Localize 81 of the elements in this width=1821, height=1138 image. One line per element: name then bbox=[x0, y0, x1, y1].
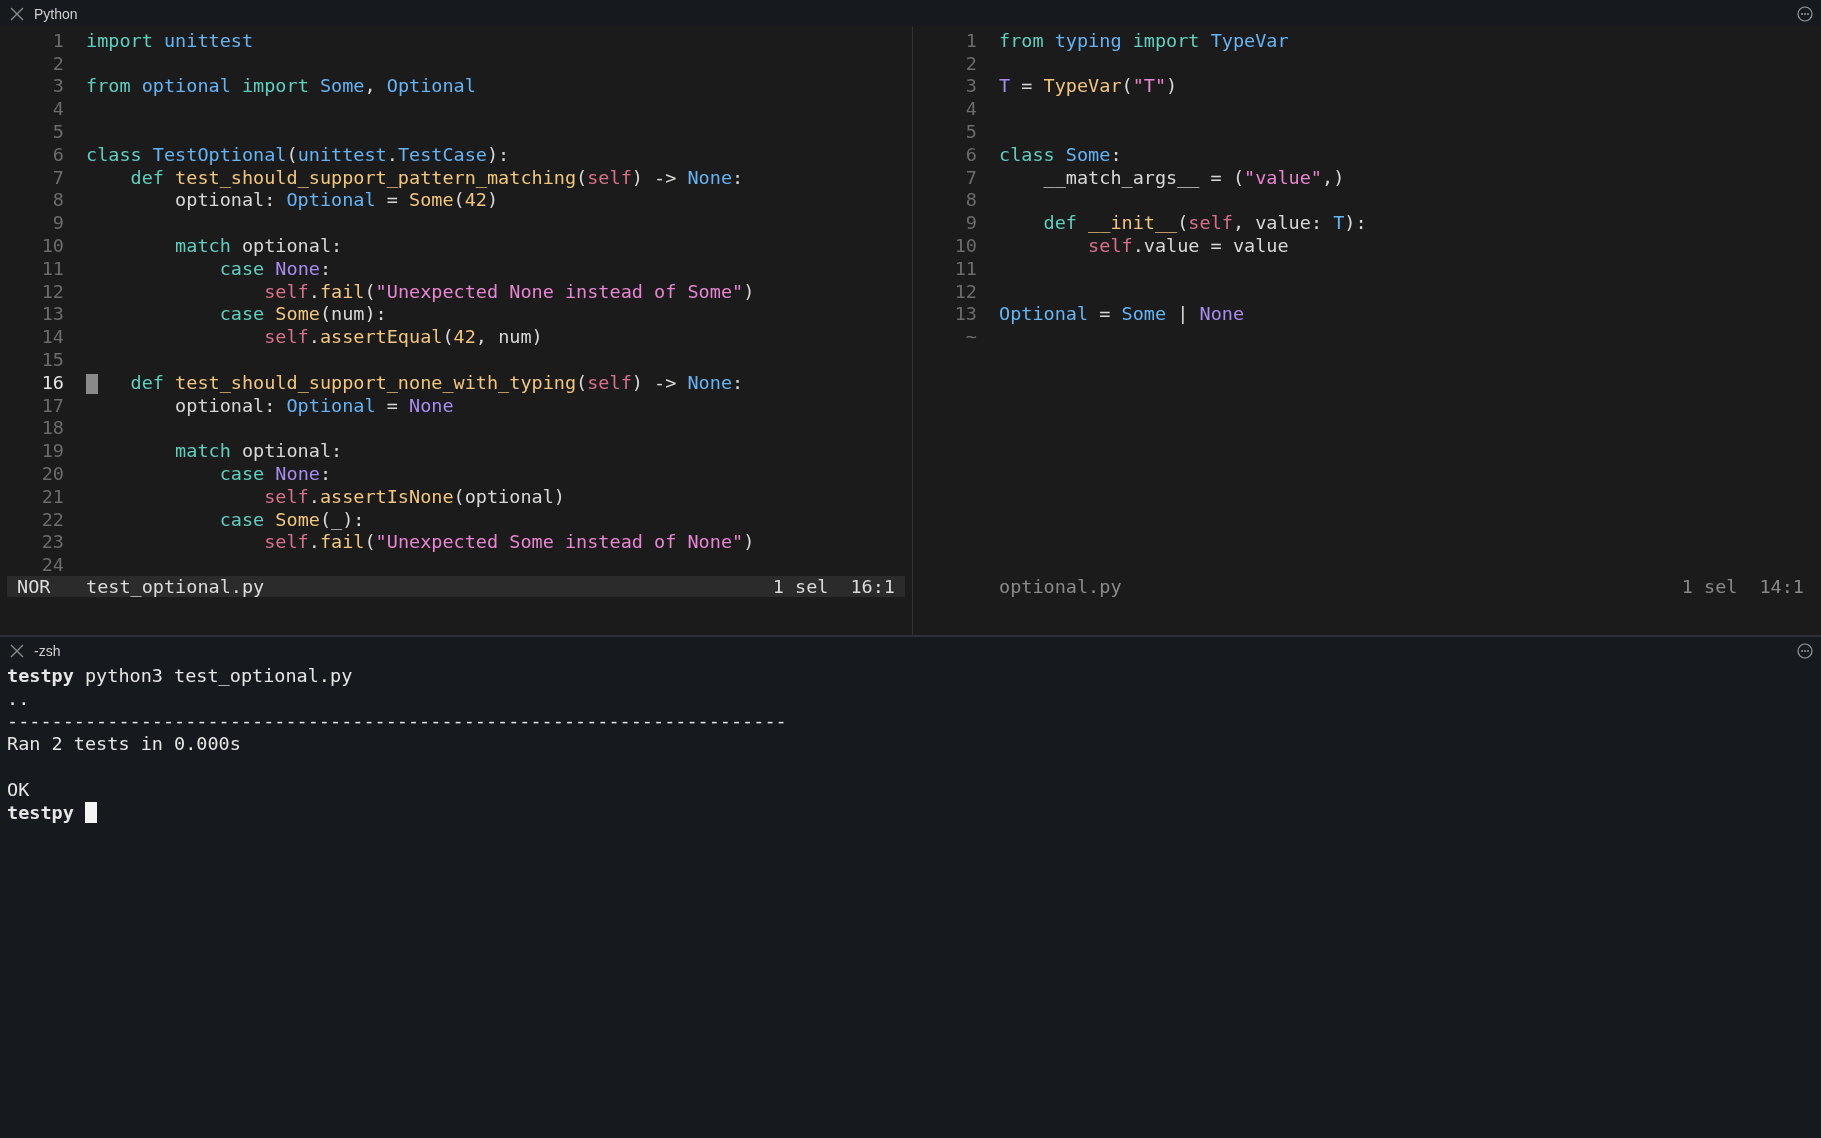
line-number: 12 bbox=[40, 280, 64, 302]
line-number: 6 bbox=[51, 143, 64, 165]
line-number: 17 bbox=[40, 394, 64, 416]
line-number: 9 bbox=[51, 212, 64, 234]
line-number: 5 bbox=[964, 121, 977, 143]
code-line: class TestOptional(unittest.TestCase): bbox=[86, 143, 510, 165]
line-number: 24 bbox=[40, 554, 64, 576]
cursor-position: 14:1 bbox=[1759, 575, 1804, 597]
code-line: optional: Optional = None bbox=[174, 394, 454, 416]
code-line: self.assertEqual(42, num) bbox=[263, 326, 543, 348]
line-number: 9 bbox=[964, 212, 977, 234]
line-number: 1 bbox=[964, 29, 977, 51]
file-name: test_optional.py bbox=[86, 576, 266, 598]
code-line: Optional = Some | None bbox=[999, 303, 1245, 325]
selection-count: 1 sel bbox=[772, 576, 829, 598]
line-number: 15 bbox=[40, 349, 64, 371]
file-name: optional.py bbox=[999, 575, 1123, 597]
line-number: 11 bbox=[40, 257, 64, 279]
line-number: 19 bbox=[40, 440, 64, 462]
line-number: 3 bbox=[51, 75, 64, 97]
code-line: self.assertIsNone(optional) bbox=[263, 485, 565, 507]
code-line: T = TypeVar("T") bbox=[999, 75, 1178, 97]
code-line: def __init__(self, value: T): bbox=[1042, 212, 1367, 234]
code-line: case Some(num): bbox=[218, 303, 387, 325]
end-marker: ~ bbox=[964, 326, 977, 348]
line-number: 16 bbox=[40, 371, 64, 393]
line-number: 11 bbox=[953, 257, 977, 279]
code-line: def test_should_support_none_with_typing(self) -> None: bbox=[86, 371, 744, 393]
line-number: 2 bbox=[51, 52, 64, 74]
line-number: 22 bbox=[40, 508, 64, 530]
line-number: 8 bbox=[51, 189, 64, 211]
line-number: 2 bbox=[964, 52, 977, 74]
line-number: 10 bbox=[953, 235, 977, 257]
line-number: 23 bbox=[40, 531, 64, 553]
code-line: match optional: bbox=[174, 440, 343, 462]
cursor-position: 16:1 bbox=[850, 576, 895, 598]
selection-count: 1 sel bbox=[1681, 575, 1738, 597]
code-line: from optional import Some, Optional bbox=[86, 75, 476, 97]
close-icon[interactable] bbox=[10, 643, 24, 658]
code-line: import unittest bbox=[86, 29, 254, 51]
code-line: optional: Optional = Some(42) bbox=[174, 189, 499, 211]
code-line: self.value = value bbox=[1087, 235, 1289, 257]
mode-indicator: NOR bbox=[16, 576, 52, 598]
line-number: 8 bbox=[964, 189, 977, 211]
pane-title: -zsh bbox=[34, 642, 62, 659]
code-line: def test_should_support_pattern_matching(self) -> None: bbox=[129, 166, 744, 188]
line-number: 1 bbox=[51, 29, 64, 51]
terminal-line: OK bbox=[7, 778, 30, 800]
close-icon[interactable] bbox=[10, 6, 24, 21]
code-line: case Some(_): bbox=[218, 508, 365, 530]
terminal-line: .. bbox=[7, 687, 30, 709]
code-line: __match_args__ = ("value",) bbox=[1042, 166, 1345, 188]
pane-title: Python bbox=[34, 5, 79, 22]
line-number: 7 bbox=[964, 166, 977, 188]
code-line: case None: bbox=[218, 257, 332, 279]
line-number: 4 bbox=[964, 98, 977, 120]
line-number: 13 bbox=[40, 303, 64, 325]
line-number: 6 bbox=[964, 143, 977, 165]
code-line: self.fail("Unexpected Some instead of None") bbox=[263, 531, 755, 553]
terminal-line: ---------------------------------------------------------------------- bbox=[7, 710, 787, 732]
line-number: 13 bbox=[953, 303, 977, 325]
code-line: case None: bbox=[218, 463, 332, 485]
line-number: 14 bbox=[40, 326, 64, 348]
line-number: 5 bbox=[51, 121, 64, 143]
code-line: class Some: bbox=[999, 143, 1122, 165]
code-line: self.fail("Unexpected None instead of Some") bbox=[263, 280, 755, 302]
line-number: 3 bbox=[964, 75, 977, 97]
terminal-line: testpy bbox=[7, 801, 75, 823]
line-number: 21 bbox=[40, 485, 64, 507]
line-number: 18 bbox=[40, 417, 64, 439]
more-icon[interactable] bbox=[1797, 642, 1813, 659]
line-number: 7 bbox=[51, 166, 64, 188]
line-number: 12 bbox=[953, 280, 977, 302]
line-number: 4 bbox=[51, 98, 64, 120]
terminal-line: testpy python3 test_optional.py bbox=[7, 664, 353, 686]
code-line: match optional: bbox=[174, 235, 343, 257]
line-number: 20 bbox=[40, 463, 64, 485]
terminal-line: Ran 2 tests in 0.000s bbox=[7, 733, 241, 755]
line-number: 10 bbox=[40, 235, 64, 257]
more-icon[interactable] bbox=[1797, 5, 1813, 22]
code-line: from typing import TypeVar bbox=[999, 29, 1289, 51]
